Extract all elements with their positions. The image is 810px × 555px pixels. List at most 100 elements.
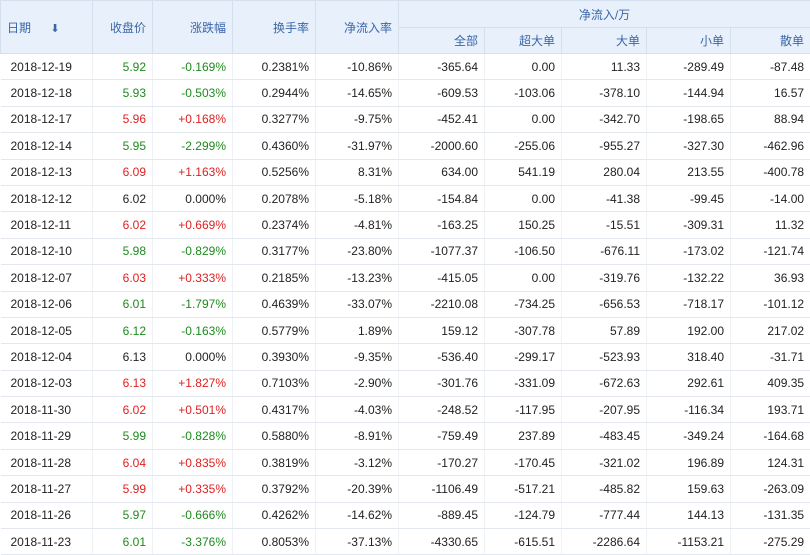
large-cell: -15.51 <box>562 212 647 238</box>
net-inflow-rate-cell: -2.90% <box>316 370 399 396</box>
header-small[interactable]: 小单 <box>647 28 731 54</box>
small-cell: 292.61 <box>647 370 731 396</box>
small-cell: -144.94 <box>647 80 731 106</box>
close-cell: 6.01 <box>93 291 153 317</box>
date-cell: 2018-11-29 <box>1 423 93 449</box>
total-cell: -248.52 <box>399 397 485 423</box>
small-cell: -132.22 <box>647 265 731 291</box>
net-inflow-rate-cell: -10.86% <box>316 54 399 80</box>
close-cell: 5.95 <box>93 133 153 159</box>
close-cell: 6.12 <box>93 317 153 343</box>
header-close[interactable]: 收盘价 <box>93 1 153 54</box>
date-cell: 2018-12-05 <box>1 317 93 343</box>
super-large-cell: -307.78 <box>485 317 562 343</box>
retail-cell: 36.93 <box>731 265 810 291</box>
date-cell: 2018-11-30 <box>1 397 93 423</box>
super-large-cell: 0.00 <box>485 265 562 291</box>
table-row: 2018-12-105.98-0.829%0.3177%-23.80%-1077… <box>1 238 810 264</box>
total-cell: -2000.60 <box>399 133 485 159</box>
table-row: 2018-12-195.92-0.169%0.2381%-10.86%-365.… <box>1 54 810 80</box>
table-row: 2018-12-066.01-1.797%0.4639%-33.07%-2210… <box>1 291 810 317</box>
total-cell: -170.27 <box>399 449 485 475</box>
turnover-cell: 0.3177% <box>233 238 316 264</box>
close-cell: 5.98 <box>93 238 153 264</box>
retail-cell: -87.48 <box>731 54 810 80</box>
net-inflow-rate-cell: 1.89% <box>316 317 399 343</box>
super-large-cell: -734.25 <box>485 291 562 317</box>
close-cell: 6.03 <box>93 265 153 291</box>
change-cell: -0.503% <box>153 80 233 106</box>
turnover-cell: 0.3277% <box>233 106 316 132</box>
large-cell: -523.93 <box>562 344 647 370</box>
small-cell: -198.65 <box>647 106 731 132</box>
turnover-cell: 0.3819% <box>233 449 316 475</box>
turnover-cell: 0.4360% <box>233 133 316 159</box>
super-large-cell: -331.09 <box>485 370 562 396</box>
small-cell: -289.49 <box>647 54 731 80</box>
total-cell: 159.12 <box>399 317 485 343</box>
table-row: 2018-11-306.02+0.501%0.4317%-4.03%-248.5… <box>1 397 810 423</box>
retail-cell: -164.68 <box>731 423 810 449</box>
total-cell: -2210.08 <box>399 291 485 317</box>
turnover-cell: 0.5880% <box>233 423 316 449</box>
total-cell: 634.00 <box>399 159 485 185</box>
net-inflow-rate-cell: -23.80% <box>316 238 399 264</box>
retail-cell: -14.00 <box>731 185 810 211</box>
close-cell: 6.09 <box>93 159 153 185</box>
header-super-large[interactable]: 超大单 <box>485 28 562 54</box>
super-large-cell: -170.45 <box>485 449 562 475</box>
header-turnover[interactable]: 换手率 <box>233 1 316 54</box>
table-row: 2018-12-126.020.000%0.2078%-5.18%-154.84… <box>1 185 810 211</box>
close-cell: 6.04 <box>93 449 153 475</box>
turnover-cell: 0.2078% <box>233 185 316 211</box>
header-net-inflow-group: 净流入/万 <box>399 1 810 28</box>
date-cell: 2018-12-12 <box>1 185 93 211</box>
net-inflow-rate-cell: -9.75% <box>316 106 399 132</box>
table-row: 2018-12-056.12-0.163%0.5779%1.89%159.12-… <box>1 317 810 343</box>
header-net-inflow-rate[interactable]: 净流入率 <box>316 1 399 54</box>
change-cell: +0.669% <box>153 212 233 238</box>
header-date[interactable]: 日期 ⬇ <box>1 1 93 54</box>
header-large[interactable]: 大单 <box>562 28 647 54</box>
net-inflow-rate-cell: -9.35% <box>316 344 399 370</box>
change-cell: 0.000% <box>153 344 233 370</box>
table-row: 2018-11-286.04+0.835%0.3819%-3.12%-170.2… <box>1 449 810 475</box>
close-cell: 6.01 <box>93 529 153 555</box>
net-inflow-rate-cell: -14.62% <box>316 502 399 528</box>
change-cell: 0.000% <box>153 185 233 211</box>
super-large-cell: -124.79 <box>485 502 562 528</box>
total-cell: -889.45 <box>399 502 485 528</box>
large-cell: 11.33 <box>562 54 647 80</box>
date-cell: 2018-12-19 <box>1 54 93 80</box>
large-cell: -319.76 <box>562 265 647 291</box>
header-total[interactable]: 全部 <box>399 28 485 54</box>
header-change[interactable]: 涨跌幅 <box>153 1 233 54</box>
turnover-cell: 0.5256% <box>233 159 316 185</box>
turnover-cell: 0.4262% <box>233 502 316 528</box>
date-cell: 2018-12-07 <box>1 265 93 291</box>
close-cell: 5.92 <box>93 54 153 80</box>
date-cell: 2018-12-18 <box>1 80 93 106</box>
change-cell: -0.169% <box>153 54 233 80</box>
turnover-cell: 0.3930% <box>233 344 316 370</box>
turnover-cell: 0.7103% <box>233 370 316 396</box>
small-cell: 213.55 <box>647 159 731 185</box>
small-cell: -173.02 <box>647 238 731 264</box>
close-cell: 6.02 <box>93 212 153 238</box>
table-row: 2018-12-175.96+0.168%0.3277%-9.75%-452.4… <box>1 106 810 132</box>
table-row: 2018-12-136.09+1.163%0.5256%8.31%634.005… <box>1 159 810 185</box>
sort-down-icon[interactable]: ⬇ <box>50 22 59 35</box>
total-cell: -365.64 <box>399 54 485 80</box>
total-cell: -1106.49 <box>399 476 485 502</box>
small-cell: 144.13 <box>647 502 731 528</box>
table-body: 2018-12-195.92-0.169%0.2381%-10.86%-365.… <box>1 54 810 555</box>
large-cell: -41.38 <box>562 185 647 211</box>
retail-cell: 11.32 <box>731 212 810 238</box>
retail-cell: -131.35 <box>731 502 810 528</box>
header-retail[interactable]: 散单 <box>731 28 810 54</box>
large-cell: -676.11 <box>562 238 647 264</box>
super-large-cell: -117.95 <box>485 397 562 423</box>
close-cell: 6.02 <box>93 397 153 423</box>
net-inflow-rate-cell: -13.23% <box>316 265 399 291</box>
change-cell: +0.835% <box>153 449 233 475</box>
